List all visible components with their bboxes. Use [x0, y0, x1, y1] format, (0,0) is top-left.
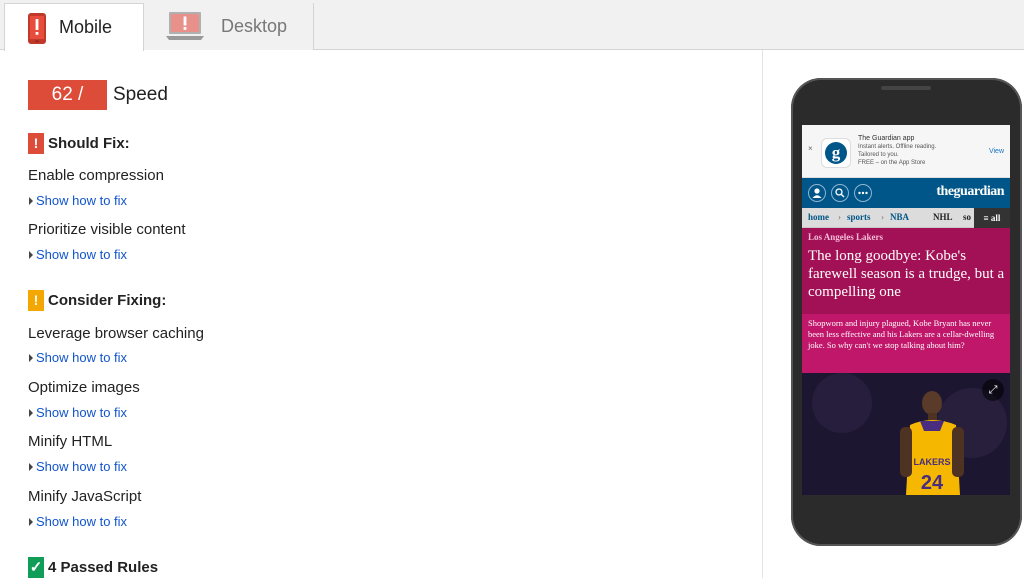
- article-header: Los Angeles Lakers The long goodbye: Kob…: [802, 228, 1010, 373]
- app-banner-line: Tailored to you.: [858, 152, 899, 158]
- close-icon: ×: [808, 144, 813, 153]
- expand-triangle-icon: [29, 517, 33, 526]
- more-icon: [854, 184, 872, 202]
- checkmark-icon: ✓: [28, 557, 44, 578]
- show-how-to-fix-link[interactable]: Show how to fix: [29, 247, 127, 262]
- subnav-item: NHL: [933, 212, 953, 222]
- app-banner-line: Instant alerts. Offline reading.: [858, 144, 937, 150]
- jersey-text: LAKERS: [913, 457, 950, 467]
- consider-fixing-label: Consider Fixing:: [48, 292, 167, 309]
- show-how-to-fix-link[interactable]: Show how to fix: [29, 193, 127, 208]
- subnav-item: so: [963, 212, 972, 222]
- rule-optimize-images: Optimize images: [28, 379, 140, 396]
- desktop-monitor-alert-icon: [166, 12, 204, 40]
- search-icon: [831, 184, 849, 202]
- article-standfirst: Shopworn and injury plagued, Kobe Bryant…: [802, 314, 1010, 373]
- mobile-phone-alert-icon: [28, 13, 46, 44]
- show-how-to-fix-link[interactable]: Show how to fix: [29, 514, 127, 529]
- show-how-to-fix-link[interactable]: Show how to fix: [29, 459, 127, 474]
- article-photo: LAKERS 24 ⤢: [802, 373, 1010, 495]
- consider-fixing-heading: ! Consider Fixing:: [28, 290, 166, 311]
- profile-icon: [808, 184, 826, 202]
- app-banner-title: The Guardian app: [858, 135, 915, 142]
- warning-icon: !: [28, 133, 44, 154]
- panel-divider: [762, 50, 763, 578]
- rule-minify-html: Minify HTML: [28, 433, 113, 450]
- expand-triangle-icon: [29, 196, 33, 205]
- tab-desktop-label: Desktop: [221, 16, 288, 36]
- jersey-number: 24: [921, 472, 944, 494]
- link-label: Show how to fix: [36, 459, 128, 474]
- show-how-to-fix-link[interactable]: Show how to fix: [29, 405, 127, 420]
- expand-icon: ⤢: [982, 379, 1004, 401]
- tab-desktop[interactable]: Desktop: [144, 3, 314, 50]
- device-tabbar: Mobile Desktop: [0, 0, 1024, 51]
- should-fix-label: Should Fix:: [48, 135, 130, 152]
- link-label: Show how to fix: [36, 350, 128, 365]
- guardian-subnav: home › sports › NBA NHL so ≡ all: [802, 208, 1010, 228]
- subnav-item: NBA: [890, 212, 910, 222]
- player-photo-image: LAKERS 24: [802, 373, 1010, 495]
- phone-preview: × g The Guardian app Instant alerts. Off…: [791, 78, 1022, 546]
- score-badge: 62 / 100: [28, 80, 107, 135]
- phone-speaker: [881, 86, 931, 90]
- subnav-item: sports: [847, 212, 871, 222]
- expand-triangle-icon: [29, 353, 33, 362]
- guardian-wordmark: theguardian: [936, 184, 1004, 199]
- guardian-logo-letter: g: [825, 142, 847, 164]
- passed-rules-heading[interactable]: ✓ 4 Passed Rules: [28, 557, 158, 578]
- article-kicker: Los Angeles Lakers: [808, 232, 884, 242]
- rule-minify-javascript: Minify JavaScript: [28, 488, 142, 505]
- app-banner: × g The Guardian app Instant alerts. Off…: [802, 125, 1010, 178]
- app-banner-view: View: [988, 148, 1004, 155]
- all-sections-button: ≡ all: [974, 208, 1010, 228]
- subnav-item: home: [808, 212, 829, 222]
- speed-score: 62 / 100 Speed: [28, 80, 168, 135]
- rule-enable-compression: Enable compression: [28, 167, 164, 184]
- chevron-right-icon: ›: [838, 212, 841, 222]
- expand-triangle-icon: [29, 250, 33, 259]
- should-fix-heading: ! Should Fix:: [28, 133, 130, 154]
- rule-leverage-browser-caching: Leverage browser caching: [28, 325, 204, 342]
- expand-triangle-icon: [29, 408, 33, 417]
- passed-rules-label: 4 Passed Rules: [48, 559, 159, 576]
- expand-triangle-icon: [29, 462, 33, 471]
- score-label: Speed: [113, 84, 168, 105]
- link-label: Show how to fix: [36, 514, 128, 529]
- article-headline: The long goodbye: Kobe's farewell season…: [808, 248, 1005, 300]
- rule-prioritize-visible-content: Prioritize visible content: [28, 221, 186, 238]
- guardian-header: theguardian: [802, 178, 1010, 208]
- caution-icon: !: [28, 290, 44, 311]
- app-banner-line: FREE – on the App Store: [858, 160, 926, 166]
- link-label: Show how to fix: [36, 247, 128, 262]
- tab-mobile-label: Mobile: [59, 17, 113, 37]
- tab-mobile[interactable]: Mobile: [4, 3, 144, 51]
- guardian-app-logo: g: [821, 138, 851, 168]
- phone-screen: × g The Guardian app Instant alerts. Off…: [802, 125, 1010, 495]
- link-label: Show how to fix: [36, 405, 128, 420]
- link-label: Show how to fix: [36, 193, 128, 208]
- show-how-to-fix-link[interactable]: Show how to fix: [29, 350, 127, 365]
- chevron-right-icon: ›: [881, 212, 884, 222]
